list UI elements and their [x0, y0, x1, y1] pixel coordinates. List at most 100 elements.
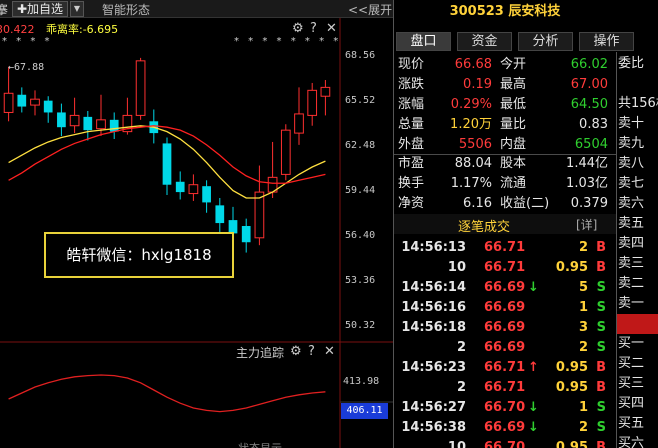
expand-button[interactable]: <<展开 — [348, 1, 392, 18]
quote-value: 0.19 — [463, 77, 492, 92]
candle-body-up — [280, 129, 291, 175]
tick-volume: 0.95 — [555, 260, 588, 275]
fundamental-label: 换手 — [398, 176, 425, 191]
quote-row: 外盘 5506 内盘 6504 — [394, 135, 616, 155]
fundamental-row: 换手 1.17% 流通 1.03亿 — [394, 174, 616, 194]
tick-time: 14:56:23 — [401, 360, 466, 375]
quote-label: 涨跌 — [398, 77, 425, 92]
candle-body-down — [109, 119, 119, 132]
quote-label: 内盘 — [500, 137, 527, 152]
sub-chart-axis-label: 413.98 — [343, 376, 380, 387]
candle-body-down — [215, 205, 225, 224]
close-icon[interactable]: ✕ — [326, 21, 337, 36]
tick-time: 14:56:13 — [401, 240, 466, 255]
quote-value: 66.02 — [570, 57, 608, 72]
add-favorite-button[interactable]: ✚加自选 — [12, 1, 69, 17]
candle-body-up — [320, 86, 331, 97]
kline-chart-svg[interactable]: ←67.88 — [0, 0, 393, 448]
tick-list-header: 逐笔成交 [详] — [394, 214, 616, 235]
indicator-legend: 30.422 乖离率:-6.695 — [0, 21, 118, 37]
fundamental-label: 股本 — [500, 156, 527, 171]
tab-operation[interactable]: 操作 — [579, 32, 634, 51]
quote-row: 总量 1.20万 量比 0.83 — [394, 115, 616, 135]
fundamental-label: 收益(二) — [500, 196, 550, 211]
settings-gear-icon[interactable]: ⚙ — [292, 21, 304, 36]
fundamental-label: 流通 — [500, 176, 527, 191]
tick-time: 2 — [456, 380, 466, 395]
stock-name: 辰安科技 — [508, 4, 561, 19]
tab-analysis[interactable]: 分析 — [518, 32, 573, 51]
tick-price: 66.71 — [484, 380, 526, 395]
fundamental-value: 0.379 — [570, 196, 608, 211]
bias-value: 乖离率:-6.695 — [46, 23, 119, 36]
candle-body-down — [175, 181, 185, 193]
tick-volume: 1 — [578, 400, 588, 415]
candle-body-up — [69, 114, 80, 127]
quote-value: 67.00 — [570, 77, 608, 92]
down-arrow-icon: ↓ — [528, 420, 539, 435]
order-level-label: 买二 — [618, 356, 645, 371]
tick-price: 66.71 — [484, 260, 526, 275]
tick-price: 66.70 — [484, 400, 526, 415]
tick-volume: 2 — [578, 340, 588, 355]
tick-price: 66.69 — [484, 340, 526, 355]
sub-chart-title: 主力追踪 — [236, 346, 285, 360]
watermark-text: 皓轩微信：hxlg1818 — [44, 232, 234, 278]
candle-body-up — [96, 119, 106, 130]
candle-body-up — [307, 89, 318, 116]
sub-chart-line — [8, 374, 326, 413]
tick-list-title: 逐笔成交 — [458, 220, 511, 235]
tick-volume: 1 — [578, 300, 588, 315]
tick-row: 2 66.69 2 S — [394, 338, 616, 358]
tick-volume: 2 — [578, 240, 588, 255]
order-level-label: 买四 — [618, 396, 645, 411]
tick-detail-link[interactable]: [详] — [576, 216, 597, 233]
tick-price: 66.69 — [484, 300, 526, 315]
tick-price: 66.69 — [484, 420, 526, 435]
quote-row: 涨幅 0.29% 最低 64.50 — [394, 95, 616, 115]
tick-side: S — [596, 400, 606, 415]
candle-body-up — [254, 191, 265, 239]
tick-row: 14:56:18 66.69 3 S — [394, 318, 616, 338]
order-level-label: 买三 — [618, 376, 645, 391]
order-ratio-label: 委比 — [618, 56, 645, 71]
tick-row: 14:56:23 66.71 ↑ 0.95 B — [394, 358, 616, 378]
tick-row: 14:56:13 66.71 2 B — [394, 238, 616, 258]
candle-body-up — [30, 98, 40, 106]
tick-row: 10 66.70 0.95 B — [394, 438, 616, 448]
quote-label: 涨幅 — [398, 97, 425, 112]
price-axis-label: 50.32 — [345, 320, 376, 331]
order-level-label: 买一 — [618, 336, 645, 351]
quote-value: 64.50 — [570, 97, 608, 112]
help-icon[interactable]: ? — [310, 21, 317, 36]
kline-chart-panel[interactable]: ←67.88 搴 ✚加自选 ▼ 智能形态 <<展开 30.422 乖离率:-6.… — [0, 0, 393, 448]
tick-volume: 0.95 — [555, 440, 588, 448]
toolbar-left-fragment: 搴 — [0, 3, 9, 17]
max-price-marker: ←67.88 — [8, 62, 44, 73]
quote-label: 最低 — [500, 97, 527, 112]
add-favorite-dropdown[interactable]: ▼ — [70, 1, 84, 17]
sub-help-icon[interactable]: ? — [308, 344, 315, 359]
fundamental-value: 88.04 — [454, 156, 492, 171]
tab-funds[interactable]: 资金 — [457, 32, 512, 51]
quote-value: 5506 — [458, 137, 492, 152]
tick-price: 66.70 — [484, 440, 526, 448]
order-level-label: 卖四 — [618, 236, 645, 251]
smart-form-button[interactable]: 智能形态 — [102, 1, 150, 18]
candle-body-down — [241, 226, 251, 243]
stock-code: 300523 — [449, 4, 504, 19]
sub-chart-bottom-text: 状态显示 — [238, 440, 282, 448]
tick-side: B — [596, 240, 606, 255]
tick-price: 66.69 — [484, 320, 526, 335]
tick-time: 14:56:14 — [401, 280, 466, 295]
tick-row: 2 66.71 0.95 B — [394, 378, 616, 398]
tick-time: 14:56:27 — [401, 400, 466, 415]
sub-settings-gear-icon[interactable]: ⚙ — [290, 344, 302, 359]
tick-time: 14:56:16 — [401, 300, 466, 315]
quote-value: 1.20万 — [450, 117, 492, 132]
fundamental-row: 净资 6.16 收益(二) 0.379 — [394, 194, 616, 214]
tab-handicap[interactable]: 盘口 — [396, 32, 451, 51]
sub-close-icon[interactable]: ✕ — [324, 344, 335, 359]
tick-row: 14:56:38 66.69 ↓ 2 S — [394, 418, 616, 438]
price-axis-label: 56.40 — [345, 230, 376, 241]
